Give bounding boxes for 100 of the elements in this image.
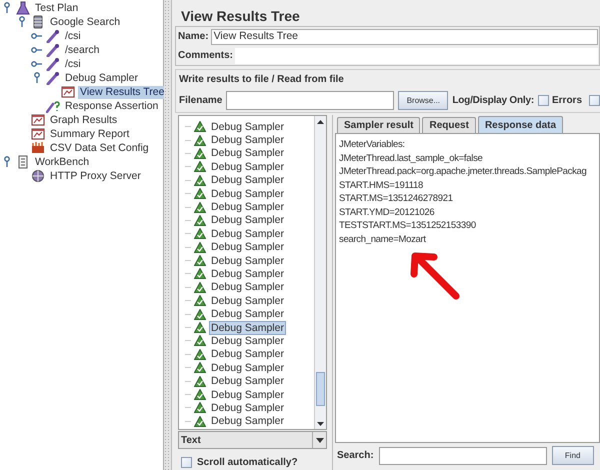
- scrollbar[interactable]: [314, 116, 326, 430]
- success-icon: [194, 376, 206, 387]
- tree-item[interactable]: Google Search: [48, 16, 122, 28]
- collapsed-handle-icon[interactable]: [31, 60, 43, 68]
- tab[interactable]: Request: [422, 117, 476, 133]
- tree-item[interactable]: Graph Results: [48, 114, 120, 126]
- gears-icon: [31, 141, 45, 155]
- success-icon: [194, 416, 206, 427]
- tree-item[interactable]: /search: [63, 44, 102, 56]
- success-icon: [194, 308, 206, 320]
- filename-field[interactable]: [226, 91, 394, 110]
- search-field[interactable]: [378, 446, 547, 464]
- success-icon: [194, 214, 206, 226]
- pipette-icon: [46, 43, 60, 57]
- render-select[interactable]: Text: [178, 431, 327, 449]
- scroll-thumb[interactable]: [316, 372, 325, 406]
- success-icon: [194, 282, 206, 293]
- result-item[interactable]: Debug Sampler: [209, 388, 286, 402]
- filename-label: Filename: [179, 94, 222, 108]
- expanded-handle-icon[interactable]: [3, 156, 11, 168]
- expanded-handle-icon[interactable]: [33, 72, 41, 84]
- tab[interactable]: Sampler result: [337, 117, 420, 133]
- result-item[interactable]: Debug Sampler: [209, 200, 286, 214]
- pipette-icon: [46, 57, 60, 71]
- find-button[interactable]: Find: [552, 446, 594, 465]
- log-display-label: Log/Display Only:: [452, 94, 534, 108]
- collapsed-handle-icon[interactable]: [31, 46, 43, 54]
- result-item[interactable]: Debug Sampler: [209, 226, 286, 241]
- result-item[interactable]: Debug Sampler: [209, 213, 286, 228]
- result-item[interactable]: Debug Sampler: [209, 146, 286, 160]
- collapsed-handle-icon[interactable]: [31, 32, 43, 40]
- flask-icon: [16, 1, 30, 15]
- expanded-handle-icon[interactable]: [18, 16, 26, 28]
- success-icon: [194, 228, 206, 240]
- clipboard-icon: [16, 155, 30, 169]
- tree-item[interactable]: HTTP Proxy Server: [48, 170, 143, 182]
- expanded-handle-icon[interactable]: [3, 2, 11, 14]
- success-icon: [194, 202, 206, 213]
- name-field[interactable]: View Results Tree: [210, 28, 598, 44]
- result-item[interactable]: Debug Sampler: [209, 186, 286, 201]
- result-item[interactable]: Debug Sampler: [209, 160, 286, 174]
- tree-item[interactable]: View Results Tree: [78, 86, 166, 98]
- result-item[interactable]: Debug Sampler: [209, 267, 286, 281]
- checkbox[interactable]: [538, 95, 549, 106]
- group-title: Write results to file / Read from file: [179, 73, 345, 87]
- response-text-area[interactable]: [335, 133, 600, 443]
- panel-title: View Results Tree: [180, 7, 301, 26]
- comments-label: Comments:: [177, 49, 234, 63]
- result-item[interactable]: Debug Sampler: [209, 374, 286, 388]
- globe-icon: [31, 169, 45, 183]
- success-icon: [194, 134, 206, 146]
- tree-item[interactable]: /csi: [63, 30, 83, 42]
- result-item[interactable]: Debug Sampler: [209, 347, 286, 362]
- success-icon: [194, 148, 206, 159]
- response-line: TESTSTART.MS=1351252153390: [339, 219, 476, 232]
- tree-item[interactable]: /csi: [63, 58, 83, 70]
- chart-window-icon: [31, 113, 45, 127]
- tree-item[interactable]: CSV Data Set Config: [48, 142, 151, 154]
- pipette-icon: [46, 29, 60, 43]
- tree-item[interactable]: Debug Sampler: [63, 72, 140, 84]
- result-item[interactable]: Debug Sampler: [209, 240, 286, 254]
- result-item[interactable]: Debug Sampler: [209, 320, 286, 335]
- result-item[interactable]: Debug Sampler: [209, 307, 286, 322]
- result-item[interactable]: Debug Sampler: [209, 254, 286, 268]
- spool-icon: [31, 15, 45, 29]
- pipette-question-icon: [46, 99, 60, 113]
- result-item[interactable]: Debug Sampler: [209, 120, 286, 134]
- response-line: START.MS=1351246278921: [339, 192, 453, 206]
- success-icon: [194, 268, 206, 280]
- success-icon: [194, 322, 206, 334]
- success-icon: [194, 348, 206, 360]
- checkbox[interactable]: [181, 457, 192, 468]
- tree-item[interactable]: Summary Report: [48, 128, 132, 140]
- success-icon: [194, 389, 206, 400]
- success-icon: [194, 188, 206, 200]
- success-icon: [194, 362, 206, 374]
- tab[interactable]: Response data: [478, 116, 564, 133]
- tree-item[interactable]: WorkBench: [33, 156, 92, 168]
- tree-item[interactable]: Response Assertion: [63, 100, 160, 112]
- tree-item[interactable]: Test Plan: [33, 2, 80, 14]
- name-label: Name:: [177, 30, 209, 44]
- result-item[interactable]: Debug Sampler: [209, 133, 286, 148]
- result-item[interactable]: Debug Sampler: [209, 173, 286, 188]
- result-item[interactable]: Debug Sampler: [209, 360, 286, 375]
- result-item[interactable]: Debug Sampler: [209, 400, 286, 415]
- comments-field[interactable]: [235, 48, 598, 64]
- result-item[interactable]: Debug Sampler: [209, 334, 286, 348]
- browse-button[interactable]: Browse...: [398, 91, 448, 110]
- success-icon: [194, 255, 206, 266]
- chart-window-icon: [61, 85, 75, 99]
- response-line: START.HMS=191118: [339, 178, 423, 192]
- result-item[interactable]: Debug Sampler: [209, 414, 286, 428]
- result-item[interactable]: Debug Sampler: [209, 280, 286, 294]
- success-icon: [194, 402, 206, 414]
- checkbox[interactable]: [589, 95, 600, 106]
- response-line: JMeterThread.last_sample_ok=false: [339, 152, 482, 165]
- result-item[interactable]: Debug Sampler: [209, 294, 286, 308]
- success-icon: [194, 161, 206, 172]
- response-line: START.YMD=20121026: [339, 206, 434, 219]
- checkbox-label: Errors: [552, 94, 582, 108]
